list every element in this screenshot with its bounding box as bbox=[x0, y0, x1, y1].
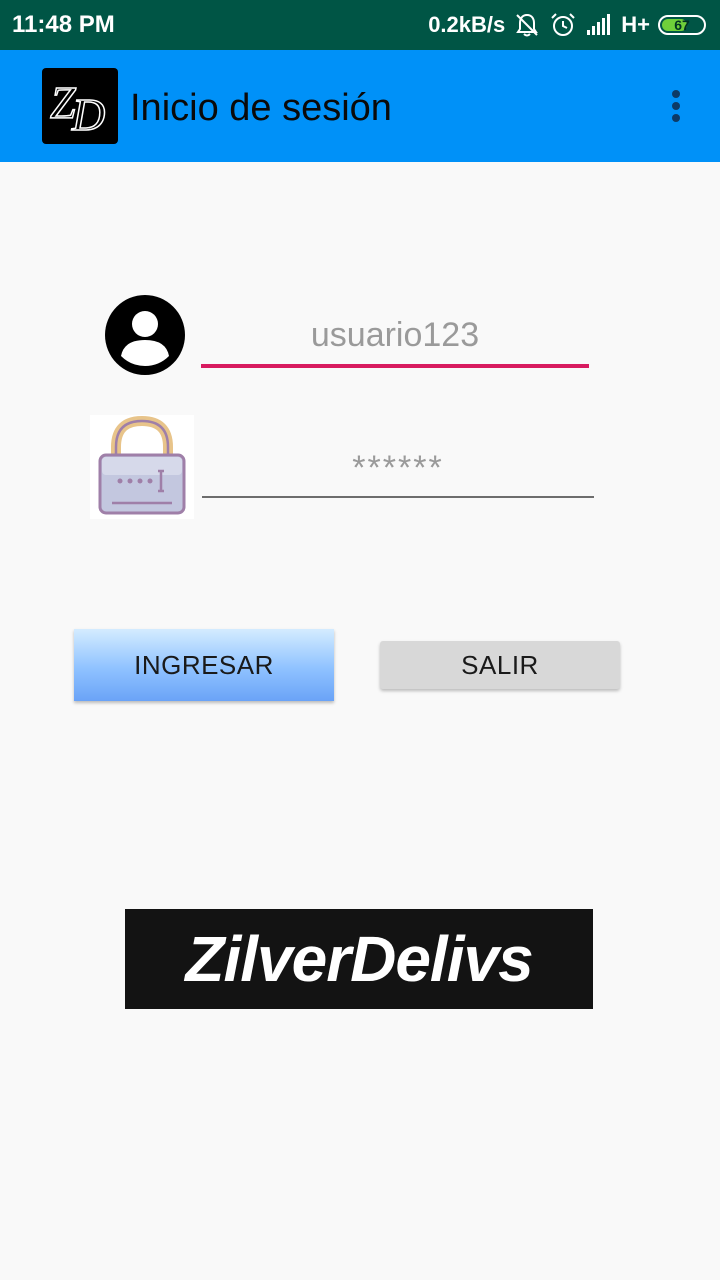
exit-button[interactable]: SALIR bbox=[380, 641, 620, 689]
battery-percent: 67 bbox=[674, 17, 690, 33]
login-button[interactable]: INGRESAR bbox=[74, 629, 334, 701]
status-time: 11:48 PM bbox=[12, 11, 115, 38]
username-input[interactable] bbox=[201, 306, 589, 368]
overflow-menu-icon[interactable] bbox=[660, 86, 692, 126]
network-type: H+ bbox=[621, 12, 650, 37]
page-title: Inicio de sesión bbox=[130, 87, 392, 129]
alarm-icon bbox=[551, 13, 575, 36]
app-bar: Z D Inicio de sesión bbox=[0, 50, 720, 162]
user-avatar-icon bbox=[105, 295, 185, 375]
battery-icon: 67 bbox=[658, 15, 706, 35]
net-speed: 0.2kB/s bbox=[428, 12, 506, 37]
signal-icon bbox=[587, 14, 611, 35]
brand-banner: ZilverDelivs bbox=[125, 909, 593, 1009]
status-bar: 11:48 PM 0.2kB/s H+ 67 bbox=[0, 0, 720, 50]
zd-logo-icon: Z D bbox=[49, 76, 106, 141]
login-screen: 11:48 PM 0.2kB/s H+ 67 Z D Inicio de ses… bbox=[0, 0, 720, 1280]
lock-icon-container bbox=[90, 415, 194, 519]
brand-name: ZilverDelivs bbox=[185, 923, 533, 995]
svg-text:D: D bbox=[71, 89, 105, 140]
status-indicators: 0.2kB/s H+ 67 bbox=[428, 10, 706, 40]
lock-icon bbox=[98, 415, 186, 515]
mute-icon bbox=[516, 13, 539, 37]
app-logo: Z D bbox=[42, 68, 118, 144]
password-input[interactable] bbox=[202, 440, 594, 498]
